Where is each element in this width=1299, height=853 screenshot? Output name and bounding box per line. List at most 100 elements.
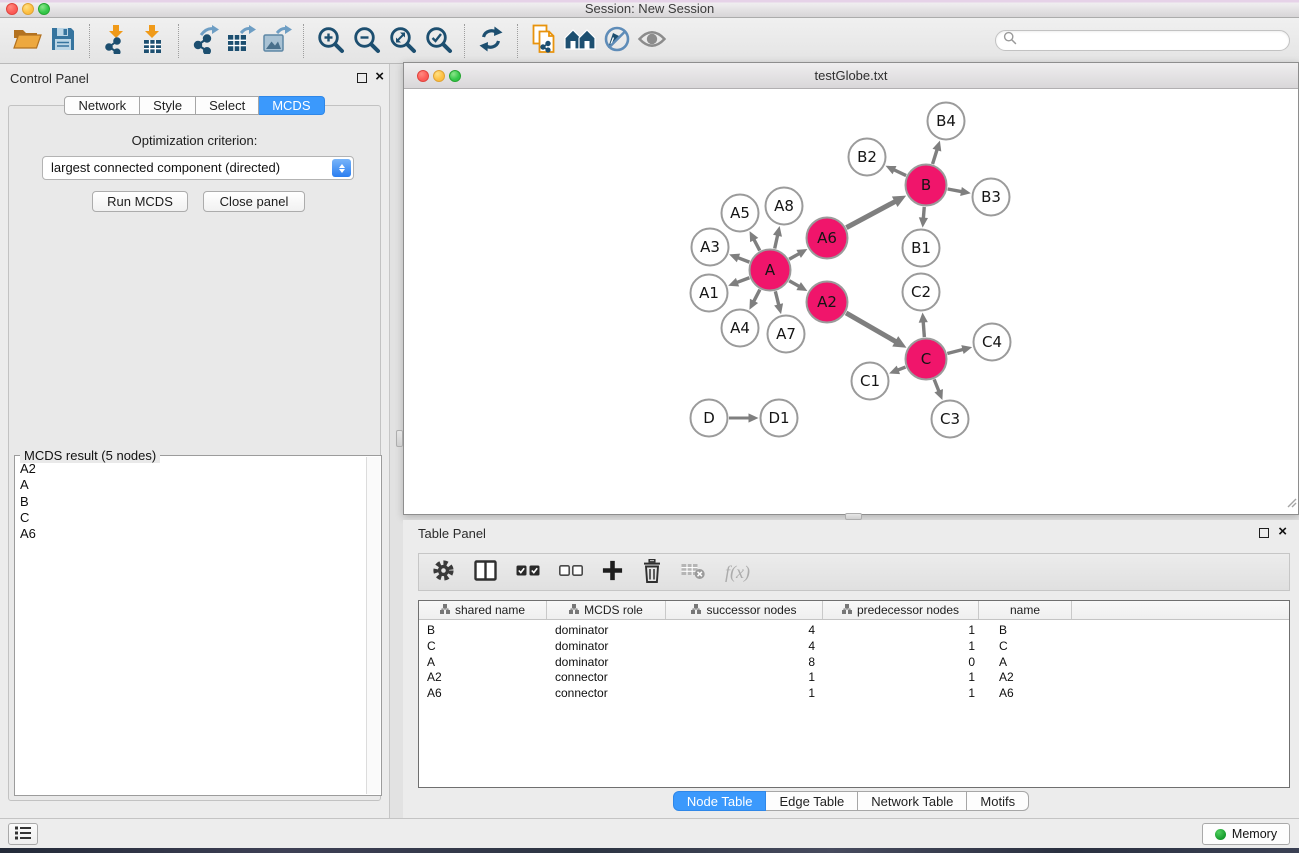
delete-table-button[interactable] bbox=[681, 557, 706, 587]
resize-grip-icon[interactable] bbox=[1285, 495, 1297, 513]
edge-B-B4[interactable] bbox=[933, 149, 938, 164]
tab-mcds[interactable]: MCDS bbox=[259, 96, 324, 115]
edge-C-C2[interactable] bbox=[923, 321, 924, 337]
edge-A-A1[interactable] bbox=[737, 278, 750, 283]
edge-C-C3[interactable] bbox=[934, 379, 939, 391]
hide-annotations-button[interactable] bbox=[598, 22, 634, 60]
table-cell: dominator bbox=[547, 639, 666, 655]
panel-menu-button[interactable] bbox=[8, 823, 38, 845]
zoom-in-button[interactable] bbox=[312, 22, 348, 60]
mcds-result-item[interactable]: B bbox=[20, 494, 366, 510]
show-graphics-details-button[interactable] bbox=[634, 22, 670, 60]
zoom-selected-button[interactable] bbox=[420, 22, 456, 60]
edge-A2-C[interactable] bbox=[846, 313, 896, 342]
table-row[interactable]: Adominator80A bbox=[419, 655, 1289, 671]
horizontal-split-handle[interactable] bbox=[845, 513, 862, 520]
trash-icon bbox=[642, 559, 662, 586]
column-header-mcds-role[interactable]: MCDS role bbox=[547, 601, 666, 619]
zoom-fit-button[interactable] bbox=[384, 22, 420, 60]
mcds-result-item[interactable]: C bbox=[20, 510, 366, 526]
mcds-result-list[interactable]: A2ABCA6 bbox=[16, 458, 366, 794]
network-window-title: testGlobe.txt bbox=[404, 68, 1298, 83]
search-field[interactable] bbox=[995, 30, 1290, 51]
app-window: Session: New Session bbox=[0, 0, 1299, 853]
save-icon bbox=[50, 26, 76, 55]
import-network-button[interactable] bbox=[98, 22, 134, 60]
open-session-button[interactable] bbox=[9, 22, 45, 60]
create-column-button[interactable] bbox=[602, 557, 623, 587]
column-header-successor-nodes[interactable]: successor nodes bbox=[666, 601, 823, 619]
tree-icon bbox=[691, 603, 701, 617]
memory-button[interactable]: Memory bbox=[1202, 823, 1290, 845]
column-header-name[interactable]: name bbox=[979, 601, 1072, 619]
edge-A-A6[interactable] bbox=[789, 253, 799, 259]
close-panel-button[interactable]: Close panel bbox=[203, 191, 305, 212]
table-cell: 0 bbox=[823, 655, 979, 671]
tab-edge-table[interactable]: Edge Table bbox=[766, 791, 858, 811]
node-label-C3: C3 bbox=[940, 410, 960, 428]
edge-C-C1[interactable] bbox=[897, 367, 905, 370]
deselect-all-columns-button[interactable] bbox=[559, 557, 583, 587]
vertical-split-handle[interactable] bbox=[396, 430, 403, 447]
edge-B-B3[interactable] bbox=[948, 189, 962, 192]
network-canvas[interactable]: B4B2BB3A8A5A6A3B1AA1C2A2A4A7C4CC1C3DD1 bbox=[404, 89, 1298, 514]
tab-select[interactable]: Select bbox=[196, 96, 259, 115]
network-window-titlebar[interactable]: testGlobe.txt bbox=[404, 63, 1298, 89]
control-panel: Control Panel × NetworkStyleSelectMCDS O… bbox=[0, 64, 390, 818]
table-cell: A6 bbox=[979, 686, 1072, 702]
table-cell: 1 bbox=[823, 639, 979, 655]
gear-icon bbox=[432, 559, 455, 585]
tab-node-table[interactable]: Node Table bbox=[673, 791, 767, 811]
mcds-result-item[interactable]: A2 bbox=[20, 461, 366, 477]
float-window-icon[interactable] bbox=[1259, 528, 1269, 538]
zoom-out-button[interactable] bbox=[348, 22, 384, 60]
edge-A-A7[interactable] bbox=[775, 291, 779, 305]
table-row[interactable]: Cdominator41C bbox=[419, 639, 1289, 655]
edge-A-A2[interactable] bbox=[789, 281, 799, 287]
float-window-icon[interactable] bbox=[357, 73, 367, 83]
show-columns-button[interactable] bbox=[474, 557, 497, 587]
control-panel-tabs: NetworkStyleSelectMCDS bbox=[0, 96, 389, 115]
close-panel-icon[interactable]: × bbox=[375, 70, 384, 84]
table-row[interactable]: Bdominator41B bbox=[419, 623, 1289, 639]
mcds-result-scrollbar[interactable] bbox=[366, 457, 380, 794]
new-network-from-selection-button[interactable] bbox=[526, 22, 562, 60]
table-cell: 1 bbox=[666, 686, 823, 702]
close-panel-icon[interactable]: × bbox=[1278, 525, 1287, 539]
tab-style[interactable]: Style bbox=[140, 96, 196, 115]
tab-network-table[interactable]: Network Table bbox=[858, 791, 967, 811]
mcds-result-item[interactable]: A bbox=[20, 477, 366, 493]
column-header-predecessor-nodes[interactable]: predecessor nodes bbox=[823, 601, 979, 619]
edge-A-A5[interactable] bbox=[754, 239, 760, 250]
edge-A6-B[interactable] bbox=[846, 201, 895, 227]
list-icon bbox=[15, 826, 31, 843]
table-settings-button[interactable] bbox=[432, 557, 455, 587]
tab-network[interactable]: Network bbox=[64, 96, 140, 115]
table-row[interactable]: A6connector11A6 bbox=[419, 686, 1289, 702]
export-table-button[interactable] bbox=[223, 22, 259, 60]
search-input[interactable] bbox=[1017, 32, 1289, 49]
mcds-result-item[interactable]: A6 bbox=[20, 526, 366, 542]
edge-A-A3[interactable] bbox=[738, 258, 750, 263]
delete-column-button[interactable] bbox=[642, 557, 662, 587]
edge-A-A8[interactable] bbox=[775, 235, 778, 249]
table-row[interactable]: A2connector11A2 bbox=[419, 670, 1289, 686]
edge-B-B1[interactable] bbox=[923, 207, 924, 219]
search-icon bbox=[1003, 31, 1017, 50]
node-table[interactable]: shared nameMCDS rolesuccessor nodesprede… bbox=[418, 600, 1290, 788]
tab-motifs[interactable]: Motifs bbox=[967, 791, 1029, 811]
import-table-button[interactable] bbox=[134, 22, 170, 60]
select-all-columns-button[interactable] bbox=[516, 557, 540, 587]
edge-B-B2[interactable] bbox=[894, 170, 906, 176]
run-mcds-button[interactable]: Run MCDS bbox=[92, 191, 188, 212]
save-session-button[interactable] bbox=[45, 22, 81, 60]
criterion-dropdown[interactable]: largest connected component (directed) bbox=[42, 156, 354, 180]
column-header-shared-name[interactable]: shared name bbox=[419, 601, 547, 619]
export-image-button[interactable] bbox=[259, 22, 295, 60]
function-builder-button[interactable]: f(x) bbox=[725, 557, 750, 587]
export-network-button[interactable] bbox=[187, 22, 223, 60]
show-all-networks-button[interactable] bbox=[562, 22, 598, 60]
apply-layout-button[interactable] bbox=[473, 22, 509, 60]
edge-A-A4[interactable] bbox=[754, 290, 760, 302]
edge-C-C4[interactable] bbox=[947, 349, 963, 353]
